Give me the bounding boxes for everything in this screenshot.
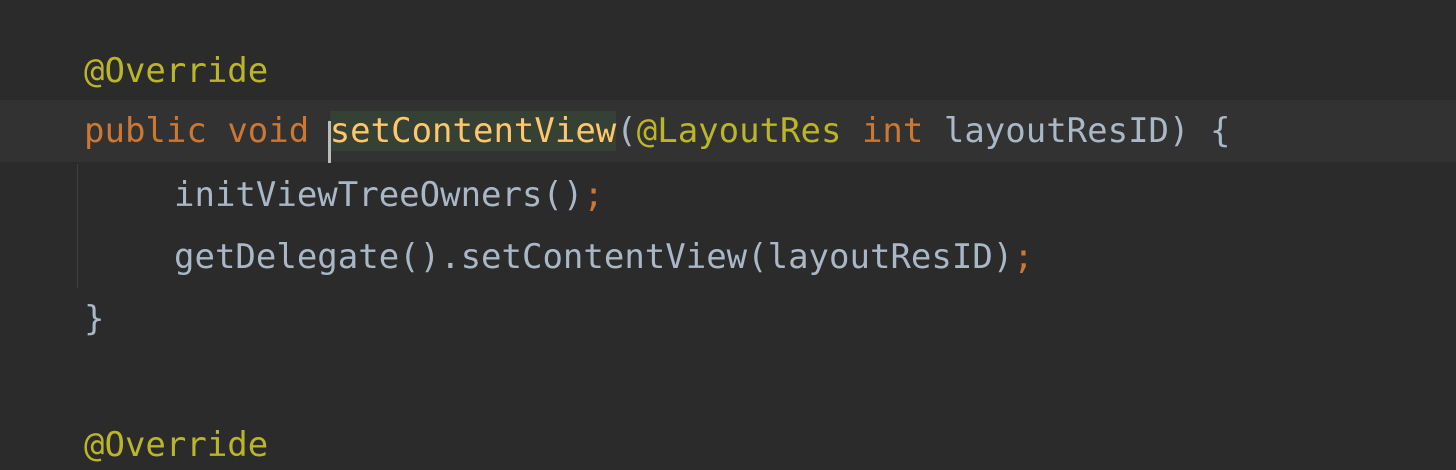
closing-brace: } xyxy=(84,299,105,339)
open-paren: ( xyxy=(616,111,637,151)
code-line-4[interactable]: getDelegate().setContentView(layoutResID… xyxy=(0,226,1456,288)
call-get-delegate-set-content-view: getDelegate().setContentView(layoutResID… xyxy=(174,237,1014,277)
annotation-override: @Override xyxy=(84,51,269,91)
semicolon: ; xyxy=(583,175,604,215)
annotation-layoutres: @LayoutRes xyxy=(636,111,842,151)
code-editor[interactable]: @Override public void setContentView(@La… xyxy=(0,0,1456,470)
keyword-public: public xyxy=(84,111,207,151)
keyword-void: void xyxy=(227,111,310,151)
code-line-3[interactable]: initViewTreeOwners(); xyxy=(0,164,1456,226)
text-caret xyxy=(327,121,331,163)
annotation-override: @Override xyxy=(84,425,269,465)
code-line-2-current[interactable]: public void setContentView(@LayoutRes in… xyxy=(0,100,1456,163)
call-init-view-tree-owners: initViewTreeOwners() xyxy=(174,175,584,215)
param-rest: layoutResID) { xyxy=(943,111,1231,151)
keyword-int: int xyxy=(861,111,924,151)
method-name: setContentView xyxy=(329,111,617,151)
code-line-5[interactable]: } xyxy=(0,288,1456,350)
code-line-6-empty[interactable] xyxy=(0,350,1456,412)
code-line-1[interactable]: @Override xyxy=(0,40,1456,102)
semicolon: ; xyxy=(1013,237,1034,277)
method-name-highlight[interactable]: setContentView xyxy=(327,111,617,163)
code-line-7[interactable]: @Override xyxy=(0,414,1456,470)
